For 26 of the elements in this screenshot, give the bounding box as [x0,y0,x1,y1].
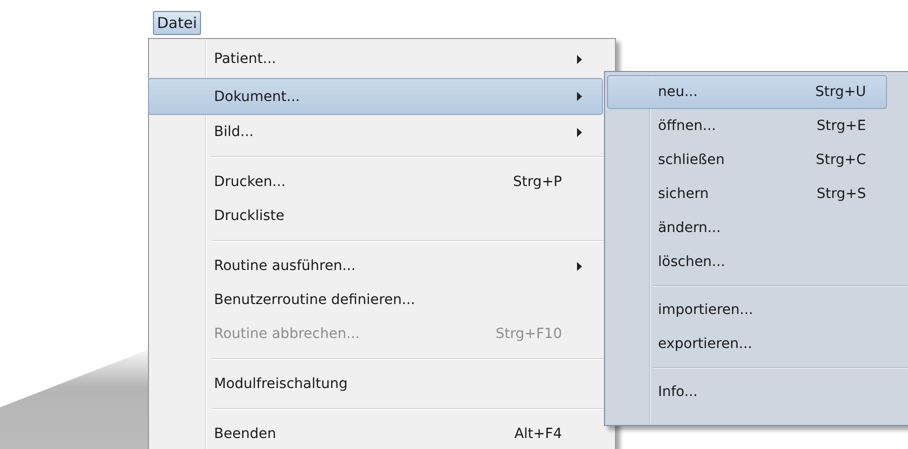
menu-item[interactable]: Routine ausführen... [151,249,603,283]
menu-item[interactable]: neu... Strg+U [607,75,887,109]
menu-item[interactable]: öffnen... Strg+E [607,109,887,143]
menu-item[interactable]: Beenden Alt+F4 [151,417,603,449]
menu-item[interactable]: Drucken... Strg+P [151,165,603,199]
shortcut-label: Strg+F10 [496,326,562,342]
menu-item[interactable]: Benutzerroutine definieren... [151,283,603,317]
menu-item[interactable]: ändern... [607,211,887,245]
menu-item[interactable]: schließen Strg+C [607,143,887,177]
shortcut-label: Strg+U [815,84,866,100]
shortcut-label: Strg+E [816,118,866,134]
menu-item[interactable]: Info... [607,375,887,409]
menu-item[interactable]: Dokument... [148,78,603,115]
shortcut-label: Strg+P [513,174,562,190]
shortcut-label: Strg+C [816,152,866,168]
menu-item[interactable]: sichern Strg+S [607,177,887,211]
shortcut-label: Strg+S [816,186,866,202]
menu-item[interactable]: Druckliste [151,199,603,233]
menu-item[interactable]: importieren... [607,293,887,327]
menu-item[interactable]: löschen... [607,245,887,279]
menu-item[interactable]: Patient... [151,42,603,76]
menu-item[interactable]: Modulfreischaltung [151,367,603,401]
menu-bar-item[interactable]: Datei [153,11,202,35]
menu-item[interactable]: Bild... [151,115,603,149]
shortcut-label: Alt+F4 [514,426,562,442]
menu-item[interactable]: exportieren... [607,327,887,361]
